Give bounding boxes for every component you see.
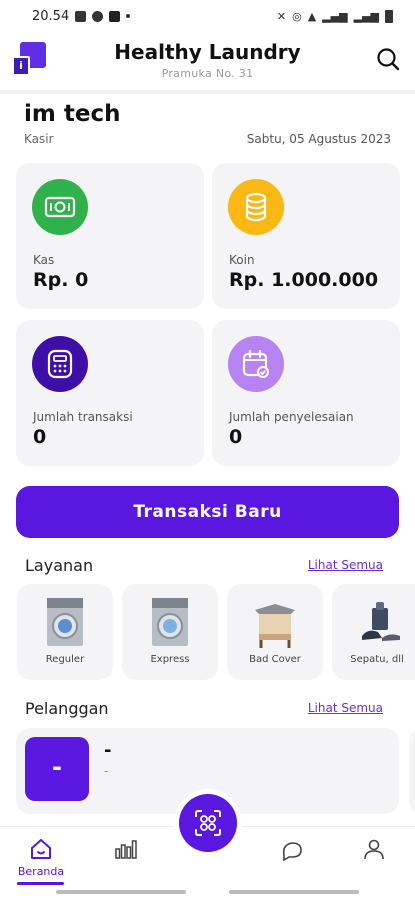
app-header: i Healthy Laundry Pramuka No. 31 xyxy=(0,32,415,88)
stat-card-kas[interactable]: Kas Rp. 0 xyxy=(16,163,204,309)
chat-icon xyxy=(282,842,302,861)
current-date: Sabtu, 05 Agustus 2023 xyxy=(246,132,391,146)
battery-icon xyxy=(385,9,393,23)
profile-icon xyxy=(364,839,384,860)
scan-button[interactable] xyxy=(179,794,237,852)
stat-label: Jumlah transaksi xyxy=(33,410,133,424)
service-item-reguler[interactable]: Reguler xyxy=(17,584,113,680)
shoes-icon xyxy=(362,602,400,641)
scan-icon xyxy=(195,810,221,836)
service-item-express[interactable]: Express xyxy=(122,584,218,680)
service-label: Sepatu, dll xyxy=(350,654,404,665)
customers-see-all-link[interactable]: Lihat Semua xyxy=(308,701,383,715)
cash-icon xyxy=(32,179,88,235)
user-role: Kasir xyxy=(24,132,54,146)
nav-reports[interactable] xyxy=(96,837,156,881)
youtube-notification-icon xyxy=(109,10,121,22)
customer-avatar: - xyxy=(25,737,89,801)
nav-home-label: Beranda xyxy=(17,865,65,878)
stat-card-jumlah-transaksi[interactable]: Jumlah transaksi 0 xyxy=(16,320,204,466)
signal-2-icon: ▂▄▆ xyxy=(353,9,379,23)
customer-detail: - xyxy=(104,764,109,778)
stat-label: Jumlah penyelesaian xyxy=(229,410,354,424)
search-icon xyxy=(377,48,400,71)
customers-title: Pelanggan xyxy=(25,699,109,718)
gallery-notification-icon xyxy=(75,10,87,22)
service-label: Reguler xyxy=(45,654,85,665)
washing-machine-express-icon xyxy=(152,598,188,646)
bed-cover-icon xyxy=(255,604,295,648)
services-see-all-link[interactable]: Lihat Semua xyxy=(308,558,383,572)
stat-card-jumlah-penyelesaian[interactable]: Jumlah penyelesaian 0 xyxy=(212,320,400,466)
stat-card-koin[interactable]: Koin Rp. 1.000.000 xyxy=(212,163,400,309)
service-item-bad-cover[interactable]: Bad Cover xyxy=(227,584,323,680)
calculator-icon xyxy=(32,336,88,392)
more-notifications-icon xyxy=(126,14,131,18)
nav-active-indicator xyxy=(17,882,64,885)
nav-home[interactable]: Beranda xyxy=(11,837,71,881)
store-name: Healthy Laundry xyxy=(114,40,301,64)
stat-value: 0 xyxy=(33,426,47,448)
system-gesture-bar-secondary xyxy=(229,890,359,894)
nav-profile[interactable] xyxy=(344,837,404,881)
status-time: 20.54 xyxy=(32,8,70,24)
customer-name: - xyxy=(104,740,112,761)
search-button[interactable] xyxy=(375,46,401,72)
status-bar: 20.54 ✕ ◎ ▲ ▂▄▆ ▂▄▆ xyxy=(0,0,415,32)
customer-card-next[interactable] xyxy=(409,728,415,814)
stat-value: Rp. 0 xyxy=(33,269,89,291)
coin-icon xyxy=(228,179,284,235)
service-label: Bad Cover xyxy=(249,654,301,665)
mute-icon: ✕ xyxy=(276,9,287,23)
new-transaction-button[interactable]: Transaksi Baru xyxy=(16,486,399,538)
service-item-sepatu[interactable]: Sepatu, dll xyxy=(332,584,415,680)
chart-icon xyxy=(115,840,137,859)
stat-label: Kas xyxy=(33,253,55,267)
stat-value: 0 xyxy=(229,426,243,448)
wifi-icon: ▲ xyxy=(307,9,317,23)
signal-icon: ▂▄▆ xyxy=(322,9,348,23)
nav-chat[interactable] xyxy=(262,837,322,881)
hotspot-icon: ◎ xyxy=(292,9,302,23)
home-icon xyxy=(31,839,51,859)
system-gesture-bar xyxy=(56,890,186,894)
service-label: Express xyxy=(150,654,190,665)
stat-label: Koin xyxy=(229,253,255,267)
header-divider xyxy=(0,90,415,94)
stat-value: Rp. 1.000.000 xyxy=(229,269,379,291)
user-name: im tech xyxy=(24,101,121,127)
calendar-check-icon xyxy=(228,336,284,392)
browser-notification-icon xyxy=(92,10,104,22)
store-address: Pramuka No. 31 xyxy=(161,67,254,80)
washing-machine-icon xyxy=(47,598,83,646)
services-title: Layanan xyxy=(25,556,94,575)
